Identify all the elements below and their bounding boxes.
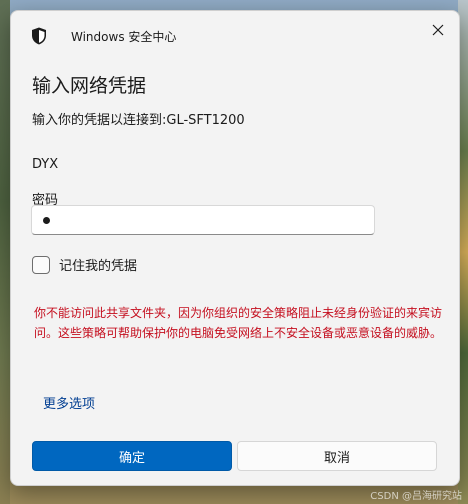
remember-credentials-option[interactable]: 记住我的凭据 <box>32 255 137 274</box>
close-button[interactable] <box>425 17 451 43</box>
username-text: DYX <box>32 157 59 172</box>
remember-label: 记住我的凭据 <box>59 259 138 274</box>
dialog-subtitle: 输入你的凭据以连接到:GL-SFT1200 <box>32 113 245 128</box>
error-message: 你不能访问此共享文件夹，因为你组织的安全策略阻止未经身份验证的来宾访问。这些策略… <box>34 306 443 340</box>
close-icon <box>432 21 444 40</box>
title-bar: Windows 安全中心 <box>11 11 459 57</box>
remember-checkbox[interactable] <box>32 255 50 274</box>
password-input[interactable] <box>31 205 375 235</box>
watermark: CSDN @吕海研究站 <box>370 491 462 502</box>
shield-icon <box>31 27 47 45</box>
password-mask-dot <box>43 217 50 224</box>
ok-button[interactable]: 确定 <box>32 441 232 471</box>
cancel-button[interactable]: 取消 <box>237 441 437 471</box>
background-left <box>0 0 10 504</box>
app-title: Windows 安全中心 <box>71 30 177 44</box>
dialog-heading: 输入网络凭据 <box>32 75 147 97</box>
more-options-link[interactable]: 更多选项 <box>43 393 95 412</box>
credential-dialog: Windows 安全中心 输入网络凭据 输入你的凭据以连接到:GL-SFT120… <box>10 10 460 486</box>
